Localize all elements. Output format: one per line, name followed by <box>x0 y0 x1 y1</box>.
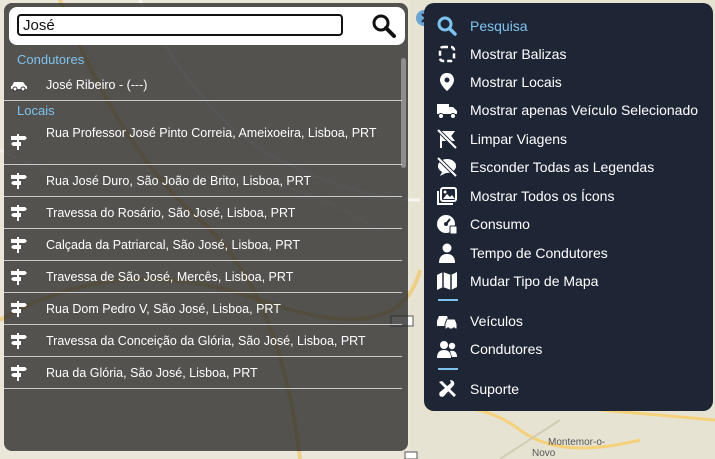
menu-item-show-beacons[interactable]: Mostrar Balizas <box>424 41 713 67</box>
menu-item-label: Mudar Tipo de Mapa <box>470 273 599 289</box>
search-icon <box>437 16 457 36</box>
place-result-label: Rua Professor José Pinto Correia, Ameixo… <box>46 126 377 140</box>
menu-item-label: Esconder Todas as Legendas <box>470 159 655 175</box>
signpost-icon <box>11 333 27 349</box>
menu-item-vehicles[interactable]: Veículos <box>424 308 713 334</box>
beacon-icon <box>438 45 456 63</box>
results-scrollbar[interactable] <box>401 58 406 168</box>
place-result-label: Travessa de São José, Mercês, Lisboa, PR… <box>46 269 294 284</box>
vehicles-icon <box>437 316 458 331</box>
menu-item-hide-labels[interactable]: Esconder Todas as Legendas <box>424 154 713 180</box>
place-result-item[interactable]: Travessa do Rosário, São José, Lisboa, P… <box>4 197 402 229</box>
menu-item-label: Condutores <box>470 341 543 357</box>
signpost-icon <box>11 365 27 381</box>
place-result-label: Travessa do Rosário, São José, Lisboa, P… <box>46 205 296 220</box>
menu-item-show-all-icons[interactable]: Mostrar Todos os Ícons <box>424 183 713 209</box>
menu-item-label: Mostrar Todos os Ícons <box>470 188 615 204</box>
menu-item-support[interactable]: Suporte <box>424 376 713 402</box>
signpost-icon <box>11 205 27 221</box>
menu-item-label: Limpar Viagens <box>470 131 568 147</box>
map-label: Montemor-o- <box>548 437 606 448</box>
tools-icon <box>439 380 456 397</box>
place-result-label: Calçada da Patriarcal, São José, Lisboa,… <box>46 237 301 252</box>
menu-item-label: Tempo de Condutores <box>470 245 608 261</box>
place-result-item[interactable]: Rua Professor José Pinto Correia, Ameixo… <box>4 121 402 165</box>
hide-labels-icon <box>436 156 458 178</box>
users-icon <box>437 341 457 358</box>
place-result-item[interactable]: Travessa de São José, Mercês, Lisboa, PR… <box>4 261 402 293</box>
signpost-icon <box>11 237 27 253</box>
menu-separator <box>438 299 458 301</box>
fuel-gauge-icon <box>437 215 458 235</box>
search-button[interactable] <box>371 13 397 39</box>
place-result-label: Rua Dom Pedro V, São José, Lisboa, PRT <box>46 301 281 316</box>
images-icon <box>437 187 457 205</box>
search-icon <box>372 14 396 38</box>
signpost-icon <box>11 269 27 285</box>
place-result-item[interactable]: Travessa da Conceição da Glória, São Jos… <box>4 325 402 357</box>
place-result-item[interactable]: Rua José Duro, São João de Brito, Lisboa… <box>4 165 402 197</box>
place-result-item[interactable]: Rua da Glória, São José, Lisboa, PRT <box>4 357 402 389</box>
menu-item-label: Consumo <box>470 216 530 232</box>
menu-item-drivers[interactable]: Condutores <box>424 336 713 362</box>
place-result-label: Travessa da Conceição da Glória, São Jos… <box>46 333 366 348</box>
map-pin-icon <box>440 73 454 91</box>
menu-item-label: Pesquisa <box>470 18 528 34</box>
map-label: Novo <box>532 448 556 459</box>
signpost-icon <box>11 134 27 150</box>
menu-item-selected-vehicle-only[interactable]: Mostrar apenas Veículo Selecionado <box>424 97 713 123</box>
place-result-item[interactable]: Rua Dom Pedro V, São José, Lisboa, PRT <box>4 293 402 325</box>
car-icon <box>11 82 27 92</box>
menu-item-change-map-type[interactable]: Mudar Tipo de Mapa <box>424 268 713 294</box>
driver-result-label: José Ribeiro - (---) <box>46 78 148 92</box>
search-panel: Condutores José Ribeiro - (---) Locais R… <box>4 3 408 451</box>
user-icon <box>439 243 455 263</box>
menu-item-consumption[interactable]: Consumo <box>424 211 713 237</box>
menu-item-label: Veículos <box>470 313 523 329</box>
signpost-icon <box>11 301 27 317</box>
menu-item-driver-time[interactable]: Tempo de Condutores <box>424 240 713 266</box>
driver-result-item[interactable]: José Ribeiro - (---) <box>4 70 402 101</box>
menu-item-search[interactable]: Pesquisa <box>424 13 713 39</box>
menu-separator <box>438 368 458 370</box>
menu-item-show-places[interactable]: Mostrar Locais <box>424 69 713 95</box>
places-section-header: Locais <box>17 103 55 118</box>
route-clear-icon <box>436 128 458 150</box>
menu-item-clear-trips[interactable]: Limpar Viagens <box>424 126 713 152</box>
drivers-section-header: Condutores <box>17 52 85 67</box>
place-result-label: Rua da Glória, São José, Lisboa, PRT <box>46 365 258 380</box>
truck-icon <box>437 104 457 119</box>
map-icon <box>437 272 457 290</box>
search-results[interactable]: Condutores José Ribeiro - (---) Locais R… <box>4 50 408 395</box>
place-result-label: Rua José Duro, São João de Brito, Lisboa… <box>46 173 312 188</box>
menu-item-label: Mostrar apenas Veículo Selecionado <box>470 102 699 118</box>
signpost-icon <box>11 173 27 189</box>
search-bar <box>9 7 405 45</box>
menu-item-label: Mostrar Balizas <box>470 46 567 62</box>
place-result-item[interactable]: Calçada da Patriarcal, São José, Lisboa,… <box>4 229 402 261</box>
menu-item-label: Suporte <box>470 381 520 397</box>
menu-item-label: Mostrar Locais <box>470 74 562 90</box>
search-input[interactable] <box>17 14 343 36</box>
map-actions-menu: Pesquisa Mostrar Balizas Mostrar Locais … <box>424 3 713 411</box>
